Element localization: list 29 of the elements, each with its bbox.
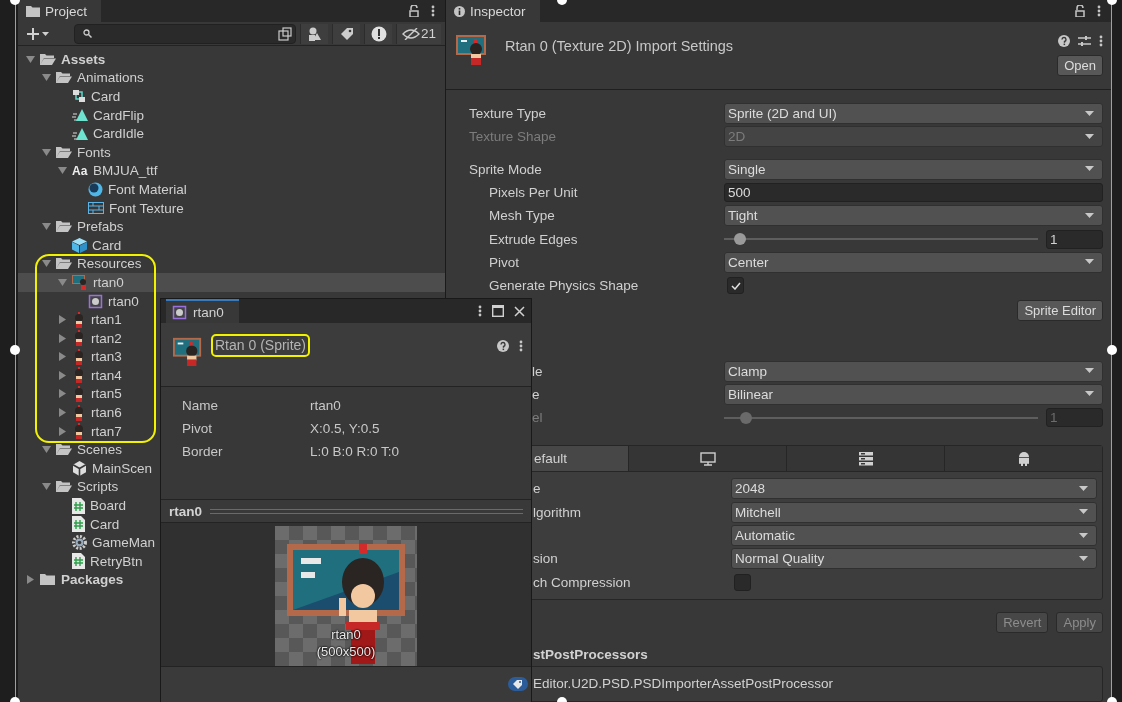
preview-title: rtan0 [169,503,202,519]
setting-label: le [532,363,543,379]
property-value: rtan0 [310,398,341,413]
property-value: X:0.5, Y:0.5 [310,421,380,436]
preview-caption: rtan0 [331,626,361,643]
setting-label: el [532,410,543,426]
setting-label: Pivot [489,254,519,270]
font-icon: Aa [72,163,88,178]
setting-label: e [533,481,541,497]
postprocessor-name: Editor.U2D.PSD.PSDImporterAssetPostProcessor [533,676,834,692]
setting-label: Pixels Per Unit [489,185,578,201]
inspector-title: Rtan 0 (Texture 2D) Import Settings [505,38,734,54]
sprite-title: Rtan 0 (Sprite) [215,337,307,353]
setting-label: Extrude Edges [489,231,578,247]
preview-caption: (500x500) [316,643,376,660]
property-label: Border [182,444,224,459]
section-heading: stPostProcessors [532,646,649,662]
setting-label: Texture Type [469,106,547,122]
property-label: Name [182,398,219,413]
setting-label: Generate Physics Shape [489,278,639,294]
property-label: Pivot [182,421,213,436]
setting-label: Texture Shape [469,129,557,145]
setting-label: lgorithm [533,504,581,520]
setting-label: e [532,386,540,402]
setting-label: ch Compression [533,574,631,590]
setting-label: sion [533,551,558,567]
setting-label: Mesh Type [489,208,555,224]
setting-label: Sprite Mode [469,161,542,177]
property-value: L:0 B:0 R:0 T:0 [310,444,400,459]
